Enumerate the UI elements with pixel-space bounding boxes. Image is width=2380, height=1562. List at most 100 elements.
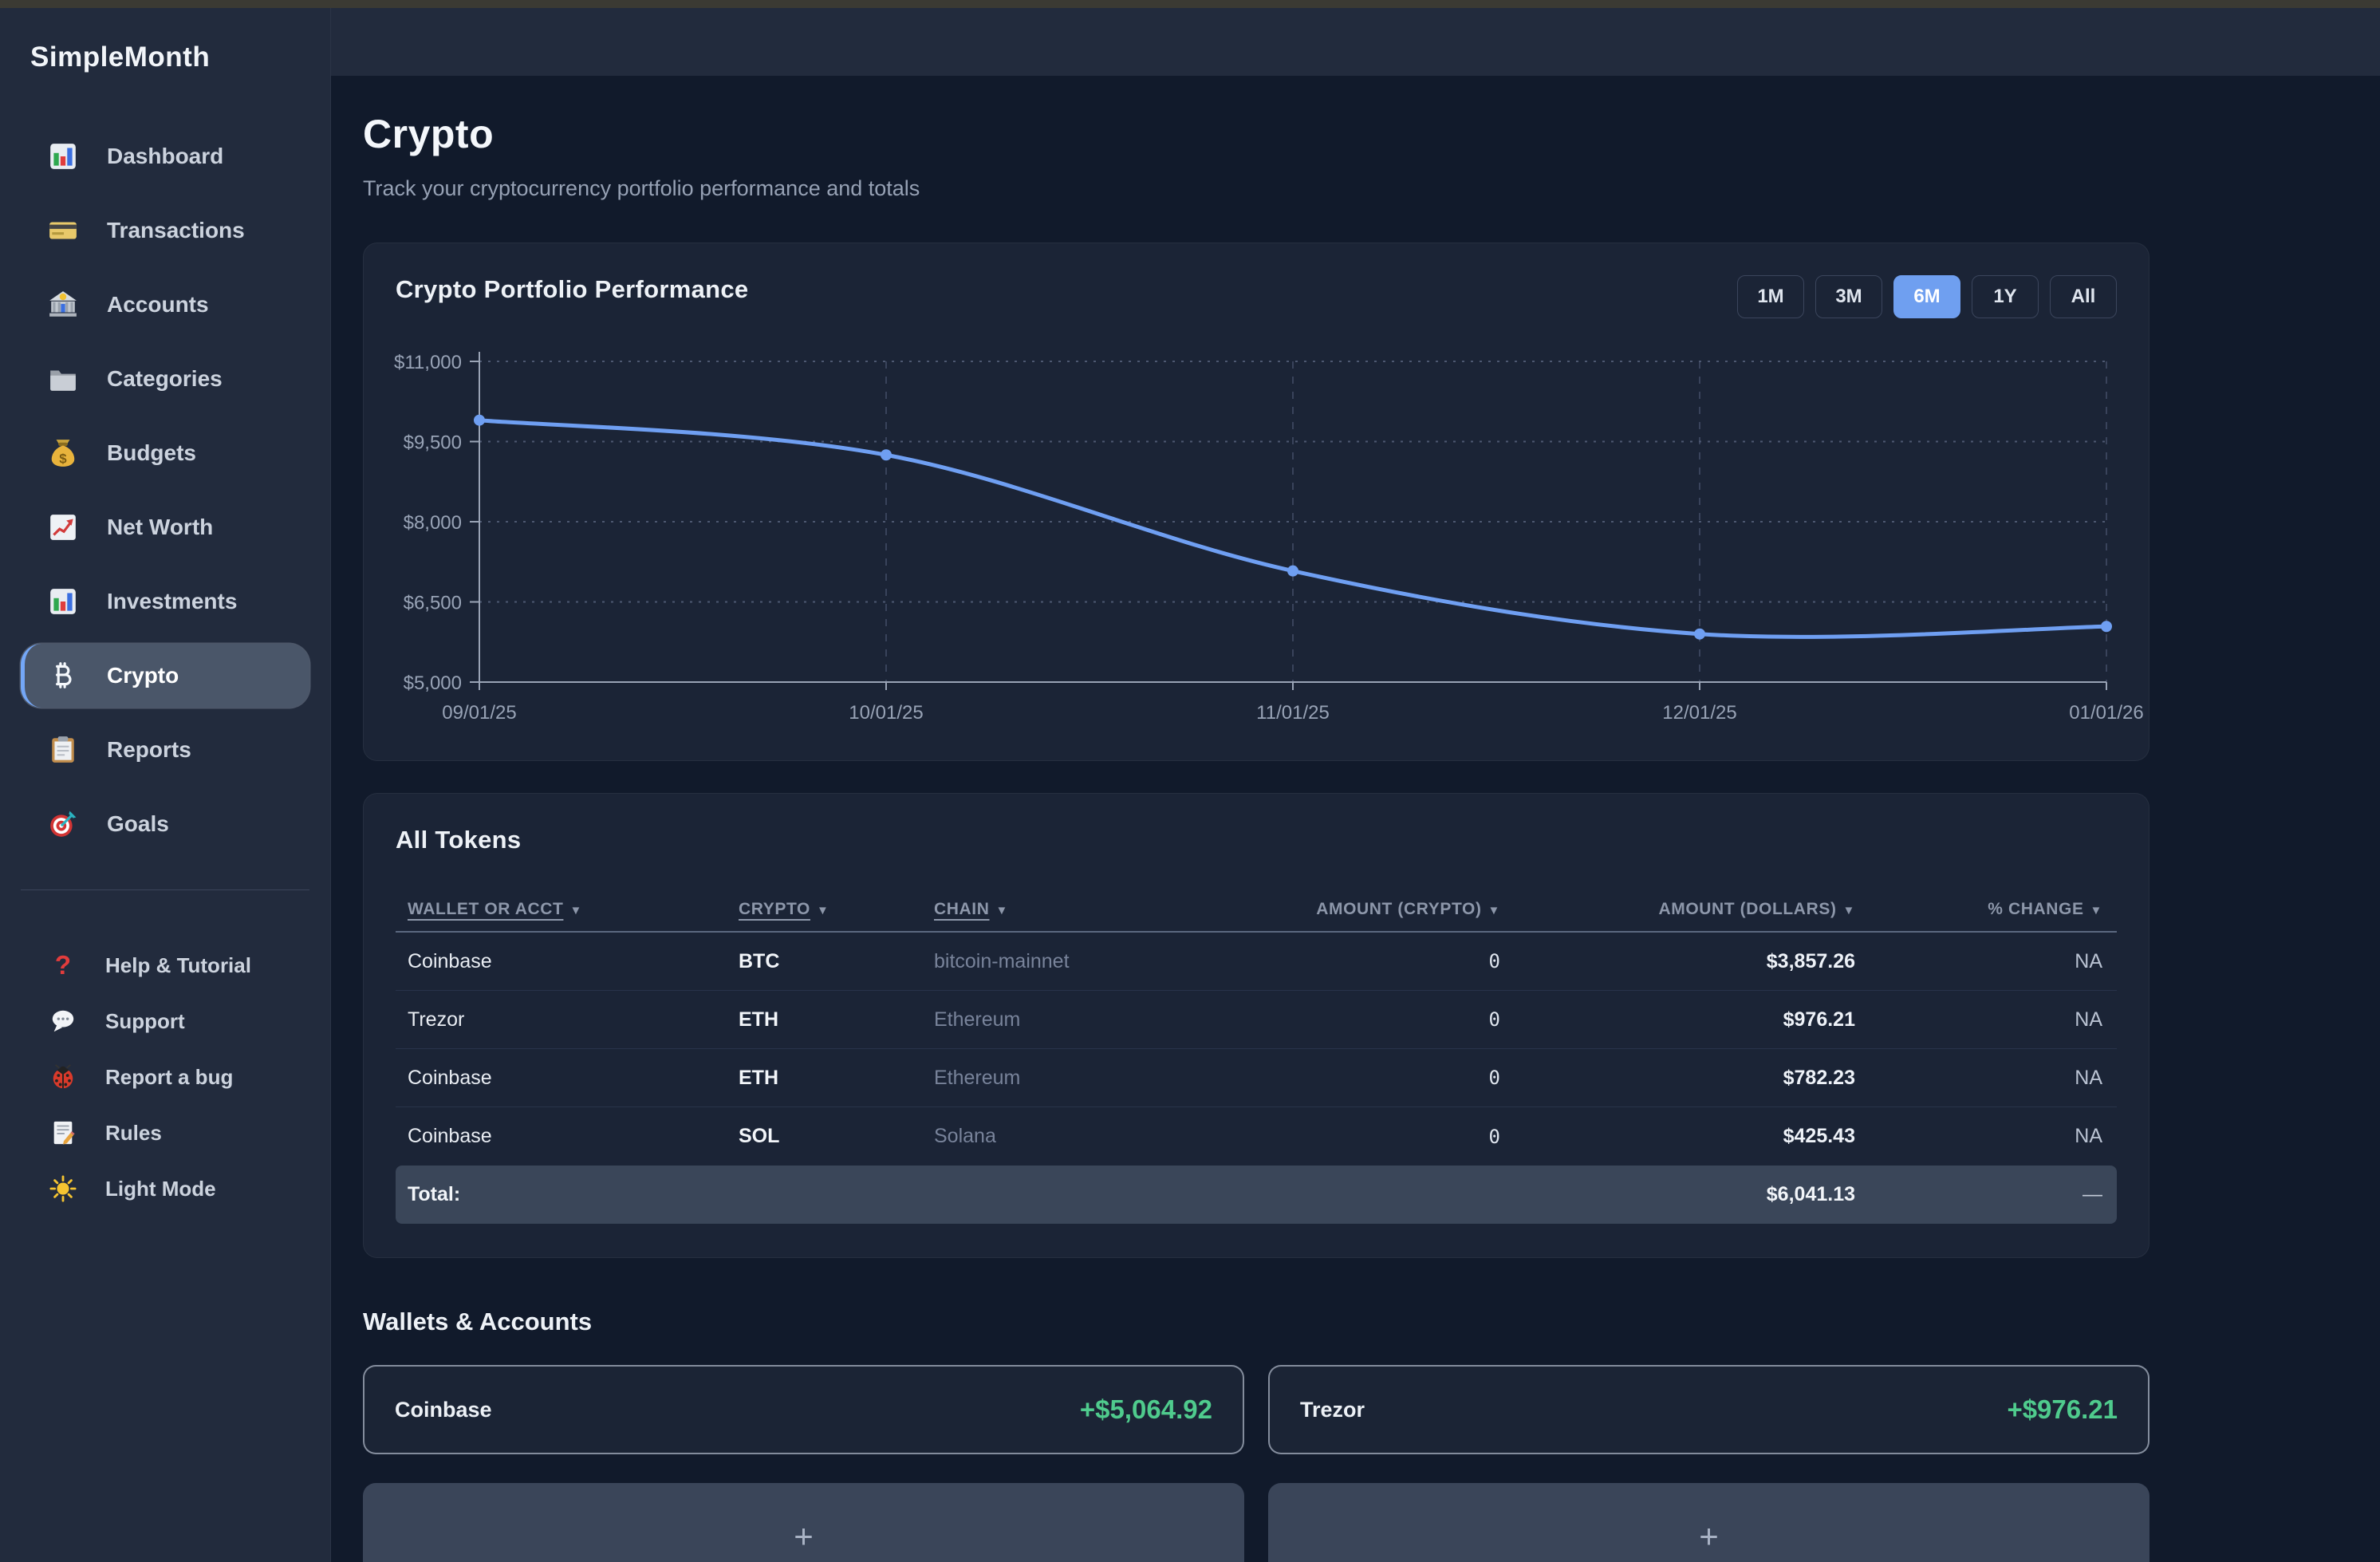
range-button-1y[interactable]: 1Y: [1972, 275, 2039, 318]
sidebar-item-label: Net Worth: [107, 515, 213, 540]
main-content: Crypto Track your cryptocurrency portfol…: [331, 8, 2380, 1562]
sidebar-item-label: Transactions: [107, 218, 245, 243]
cell-amount-crypto: 0: [1245, 1067, 1516, 1089]
cell-amount-crypto: 0: [1245, 1008, 1516, 1031]
sort-arrow-icon: ▼: [1482, 904, 1500, 917]
question-mark-icon: ?: [48, 950, 78, 980]
sort-arrow-icon: ▼: [1837, 904, 1855, 917]
cell-chain: Solana: [922, 1125, 1245, 1148]
sidebar-item-dashboard[interactable]: Dashboard: [0, 124, 330, 188]
total-label: Total:: [396, 1183, 727, 1206]
column-header-chain[interactable]: CHAIN▼: [922, 900, 1245, 919]
range-button-3m[interactable]: 3M: [1815, 275, 1882, 318]
cell-crypto: ETH: [727, 1008, 922, 1031]
wallet-amount: +$5,064.92: [1080, 1394, 1212, 1425]
sidebar-item-label: Categories: [107, 366, 223, 392]
svg-text:$5,000: $5,000: [404, 673, 462, 694]
window-top-strip: [0, 0, 2380, 8]
portfolio-line-chart: $11,000$9,500$8,000$6,500$5,00009/01/251…: [396, 347, 2117, 725]
wallet-name: Coinbase: [395, 1398, 492, 1422]
bitcoin-icon: [48, 661, 78, 691]
sun-icon: [48, 1173, 78, 1204]
sidebar-item-label: Light Mode: [105, 1177, 216, 1201]
sidebar-item-light-mode[interactable]: Light Mode: [0, 1165, 330, 1213]
sidebar-divider: [21, 889, 309, 890]
range-button-all[interactable]: All: [2050, 275, 2117, 318]
add-wallet-card[interactable]: + Add Wallet: [363, 1483, 1244, 1562]
sidebar-item-net-worth[interactable]: Net Worth: [0, 495, 330, 559]
all-tokens-card: All Tokens WALLET OR ACCT▼ CRYPTO▼ CHAIN…: [363, 793, 2149, 1258]
add-wallet-card[interactable]: + Add Wallet: [1268, 1483, 2149, 1562]
cell-wallet: Trezor: [396, 1008, 727, 1031]
cell-chain: Ethereum: [922, 1008, 1245, 1031]
table-row: Coinbase SOL Solana 0 $425.43 NA: [396, 1107, 2117, 1166]
bank-icon: [48, 290, 78, 320]
total-amount-dollars: $6,041.13: [1516, 1183, 1871, 1206]
cell-wallet: Coinbase: [396, 1067, 727, 1090]
sort-arrow-icon: ▼: [2084, 904, 2102, 917]
money-bag-icon: $: [48, 438, 78, 468]
portfolio-performance-card: Crypto Portfolio Performance 1M 3M 6M 1Y…: [363, 243, 2149, 761]
column-header-crypto[interactable]: CRYPTO▼: [727, 900, 922, 919]
sort-arrow-icon: ▼: [563, 904, 581, 917]
sidebar-item-label: Investments: [107, 589, 237, 614]
column-header-amount-dollars[interactable]: AMOUNT (DOLLARS)▼: [1516, 900, 1871, 919]
wallet-amount: +$976.21: [2007, 1394, 2118, 1425]
sidebar-item-reports[interactable]: Reports: [0, 718, 330, 782]
add-wallet-row: + Add Wallet + Add Wallet: [363, 1483, 2149, 1562]
sort-arrow-icon: ▼: [810, 904, 829, 917]
portfolio-card-title: Crypto Portfolio Performance: [396, 275, 748, 304]
sidebar-item-investments[interactable]: Investments: [0, 570, 330, 633]
cell-chain: Ethereum: [922, 1067, 1245, 1090]
portfolio-card-header: Crypto Portfolio Performance 1M 3M 6M 1Y…: [396, 275, 2117, 318]
range-button-1m[interactable]: 1M: [1737, 275, 1804, 318]
time-range-group: 1M 3M 6M 1Y All: [1737, 275, 2117, 318]
sidebar-item-crypto[interactable]: Crypto: [21, 644, 309, 708]
app-logo: SimpleMonth: [0, 8, 330, 73]
table-row: Coinbase BTC bitcoin-mainnet 0 $3,857.26…: [396, 933, 2117, 991]
memo-icon: [48, 1118, 78, 1148]
table-total-row: Total: $6,041.13 —: [396, 1166, 2117, 1224]
sidebar-item-label: Budgets: [107, 440, 196, 466]
sidebar-item-label: Dashboard: [107, 144, 223, 169]
column-header-pct-change[interactable]: % CHANGE▼: [1871, 900, 2118, 919]
cell-amount-dollars: $425.43: [1516, 1125, 1871, 1148]
sidebar-item-goals[interactable]: Goals: [0, 792, 330, 856]
cell-wallet: Coinbase: [396, 1125, 727, 1148]
column-header-wallet[interactable]: WALLET OR ACCT▼: [396, 900, 727, 919]
all-tokens-title: All Tokens: [396, 826, 2117, 854]
sidebar-item-report-bug[interactable]: Report a bug: [0, 1053, 330, 1101]
table-row: Trezor ETH Ethereum 0 $976.21 NA: [396, 991, 2117, 1049]
ladybug-icon: [48, 1062, 78, 1092]
sidebar-item-accounts[interactable]: Accounts: [0, 273, 330, 337]
svg-text:09/01/25: 09/01/25: [442, 702, 516, 724]
sidebar-item-categories[interactable]: Categories: [0, 347, 330, 411]
wallet-card-trezor[interactable]: Trezor +$976.21: [1268, 1365, 2149, 1454]
wallet-cards-row: Coinbase +$5,064.92 Trezor +$976.21: [363, 1365, 2149, 1454]
speech-bubble-icon: [48, 1006, 78, 1036]
svg-text:$8,000: $8,000: [404, 512, 462, 534]
sidebar-item-support[interactable]: Support: [0, 997, 330, 1045]
svg-text:$11,000: $11,000: [394, 352, 462, 373]
svg-text:11/01/25: 11/01/25: [1256, 702, 1330, 724]
sidebar: SimpleMonth Dashboard Transactions Accou…: [0, 8, 331, 1562]
svg-text:10/01/25: 10/01/25: [849, 702, 923, 724]
wallet-card-coinbase[interactable]: Coinbase +$5,064.92: [363, 1365, 1244, 1454]
sidebar-item-help-tutorial[interactable]: ? Help & Tutorial: [0, 941, 330, 989]
plus-icon: +: [794, 1520, 814, 1553]
range-button-6m[interactable]: 6M: [1893, 275, 1960, 318]
sidebar-item-label: Help & Tutorial: [105, 953, 251, 978]
sidebar-item-label: Goals: [107, 811, 169, 837]
sidebar-item-rules[interactable]: Rules: [0, 1109, 330, 1157]
sidebar-item-transactions[interactable]: Transactions: [0, 199, 330, 262]
bar-chart-icon: [48, 141, 78, 172]
sidebar-footer-nav: ? Help & Tutorial Support Report a bug: [0, 941, 330, 1213]
cell-chain: bitcoin-mainnet: [922, 950, 1245, 973]
column-header-amount-crypto[interactable]: AMOUNT (CRYPTO)▼: [1245, 900, 1516, 919]
tokens-table-header: WALLET OR ACCT▼ CRYPTO▼ CHAIN▼ AMOUNT (C…: [396, 888, 2117, 933]
page-title: Crypto: [363, 111, 2149, 157]
tokens-table: WALLET OR ACCT▼ CRYPTO▼ CHAIN▼ AMOUNT (C…: [396, 888, 2117, 1224]
sidebar-item-budgets[interactable]: $ Budgets: [0, 421, 330, 485]
cell-pct-change: NA: [1871, 1008, 2118, 1031]
sidebar-item-label: Support: [105, 1009, 185, 1034]
